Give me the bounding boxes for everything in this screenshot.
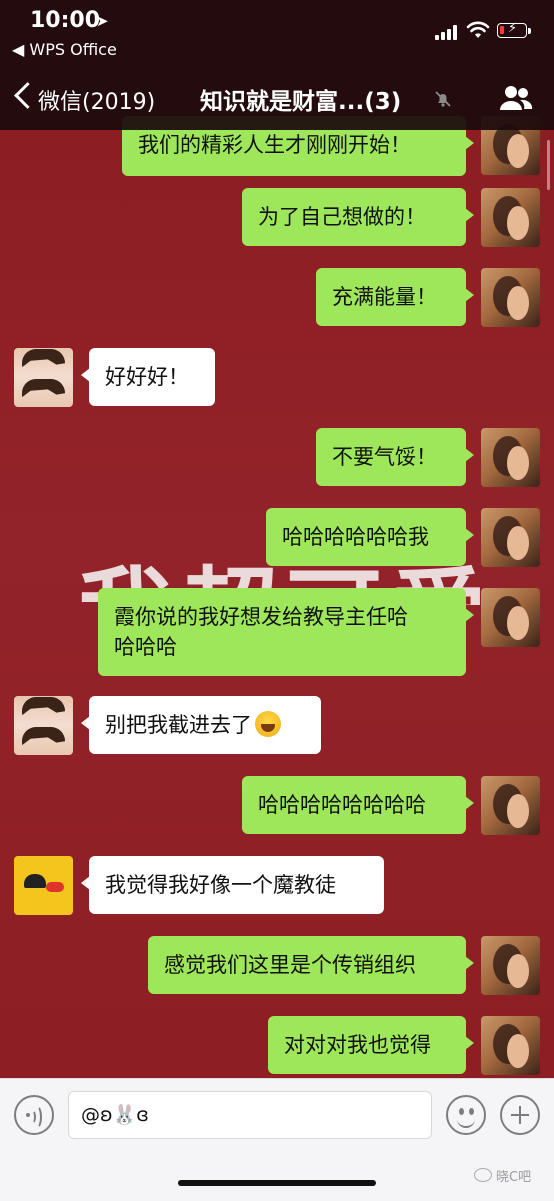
message-bubble[interactable]: 哈哈哈哈哈哈我 bbox=[266, 508, 474, 566]
message-bubble[interactable]: 别把我截进去了 bbox=[81, 696, 321, 754]
avatar-self[interactable] bbox=[481, 428, 540, 487]
back-to-app-link[interactable]: ◀ WPS Office bbox=[12, 40, 117, 59]
avatar-self[interactable] bbox=[481, 508, 540, 567]
watermark-text: 晓C吧 bbox=[496, 1170, 532, 1185]
avatar-self[interactable] bbox=[481, 588, 540, 647]
message-bubble[interactable]: 对对对我也觉得 bbox=[268, 1016, 474, 1074]
avatar-self[interactable] bbox=[481, 776, 540, 835]
avatar-self[interactable] bbox=[481, 188, 540, 247]
wifi-icon bbox=[466, 21, 490, 38]
message-bubble[interactable]: 不要气馁！ bbox=[316, 428, 474, 486]
home-indicator[interactable] bbox=[178, 1180, 376, 1186]
avatar-self[interactable] bbox=[481, 268, 540, 327]
avatar-self[interactable] bbox=[481, 1016, 540, 1075]
message-text: 别把我截进去了 bbox=[105, 713, 252, 737]
message-bubble[interactable]: 感觉我们这里是个传销组织 bbox=[148, 936, 474, 994]
top-bar: 10:00 ➤ ◀ WPS Office ⚡ 微信(2019) 知识就是财富..… bbox=[0, 0, 554, 130]
message-bubble[interactable]: 霞你说的我好想发给教导主任哈 哈哈哈 bbox=[98, 588, 474, 676]
chevron-left-icon bbox=[14, 82, 41, 109]
wechat-icon bbox=[474, 1168, 492, 1182]
chat-title: 知识就是财富...(3) bbox=[200, 89, 402, 115]
watermark: 晓C吧 bbox=[474, 1166, 531, 1185]
cellular-signal-icon bbox=[435, 24, 457, 40]
laughing-emoji-icon bbox=[255, 711, 281, 737]
message-list[interactable]: 我们的精彩人生才刚刚开始！ 为了自己想做的！ 充满能量！ 好好好！ 不要气馁！ … bbox=[0, 0, 554, 1078]
emoji-button[interactable] bbox=[446, 1095, 486, 1135]
avatar-friend[interactable] bbox=[14, 856, 73, 915]
more-options-button[interactable] bbox=[500, 1095, 540, 1135]
message-bubble[interactable]: 为了自己想做的！ bbox=[242, 188, 474, 246]
voice-input-button[interactable] bbox=[14, 1095, 54, 1135]
avatar-self[interactable] bbox=[481, 936, 540, 995]
avatar-friend[interactable] bbox=[14, 696, 73, 755]
avatar-friend[interactable] bbox=[14, 348, 73, 407]
scroll-indicator[interactable] bbox=[547, 140, 550, 190]
mute-bell-icon bbox=[435, 91, 451, 107]
group-info-icon[interactable] bbox=[498, 84, 534, 112]
message-bubble[interactable]: 充满能量！ bbox=[316, 268, 474, 326]
status-time: 10:00 bbox=[30, 8, 101, 33]
back-button-label: 微信(2019) bbox=[38, 90, 156, 115]
back-button[interactable]: 微信(2019) bbox=[14, 80, 174, 116]
battery-icon: ⚡ bbox=[497, 21, 531, 38]
message-bubble[interactable]: 哈哈哈哈哈哈哈哈 bbox=[242, 776, 474, 834]
message-input[interactable]: @ʚ🐰ɞ bbox=[68, 1091, 432, 1139]
location-arrow-icon: ➤ bbox=[96, 12, 109, 30]
message-bubble[interactable]: 我觉得我好像一个魔教徒 bbox=[81, 856, 384, 914]
message-bubble[interactable]: 好好好！ bbox=[81, 348, 215, 406]
